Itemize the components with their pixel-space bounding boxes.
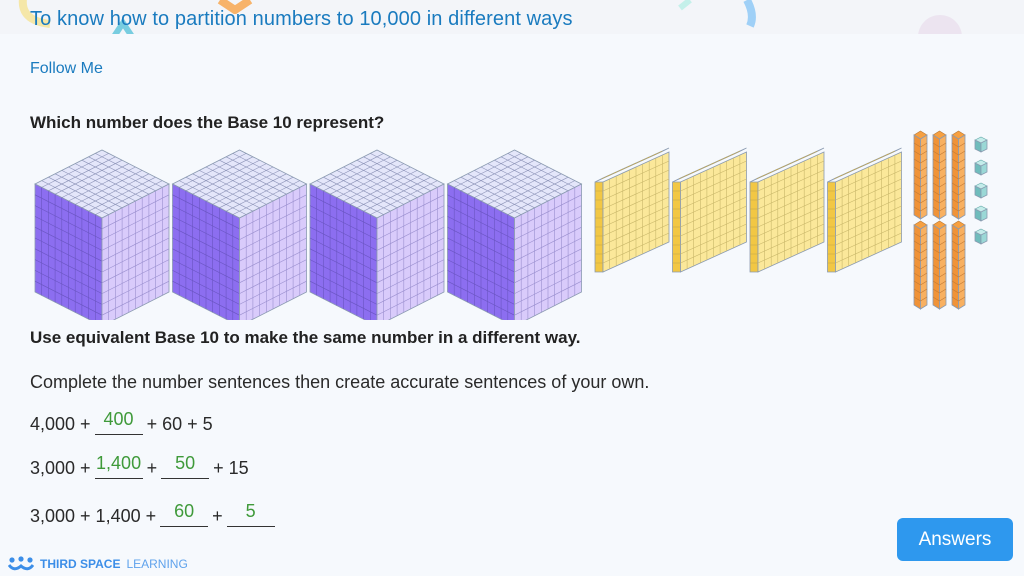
logo-text-bold: THIRD SPACE (40, 557, 121, 571)
answer-value: 50 (175, 453, 196, 473)
base10-representation (34, 130, 988, 320)
equation-text: + 15 (213, 458, 249, 478)
equation-text: + 60 + 5 (146, 414, 213, 434)
ten-rod (932, 130, 947, 220)
answer-blank[interactable]: 1,400 (94, 453, 143, 479)
brand-logo: THIRD SPACE LEARNING (8, 556, 188, 572)
equation-2: 3,000 + 1,400 + 50 + 15 (30, 453, 249, 479)
answer-blank[interactable]: 5 (226, 501, 275, 527)
thousand-cube (309, 149, 445, 320)
equation-text: 4,000 + (30, 414, 91, 434)
thousand-cube (34, 149, 170, 320)
hundred-flat (594, 147, 670, 273)
equation-text: 3,000 + 1,400 + (30, 506, 157, 526)
hundred-flat (749, 147, 825, 273)
logo-icon (8, 556, 34, 571)
answer-value: 5 (245, 501, 256, 521)
one-cube (974, 159, 988, 176)
answer-value: 1,400 (96, 453, 142, 473)
one-cube (974, 205, 988, 222)
answer-blank[interactable]: 60 (160, 501, 209, 527)
answer-value: 60 (174, 501, 195, 521)
thousand-cube (446, 149, 583, 320)
ten-rod (951, 130, 966, 220)
equation-text: + (212, 506, 223, 526)
answer-value: 400 (103, 409, 134, 429)
logo-text-light: LEARNING (126, 557, 188, 571)
equation-1: 4,000 + 400 + 60 + 5 (30, 409, 213, 435)
one-cube (974, 182, 988, 199)
answers-button[interactable]: Answers (897, 518, 1013, 561)
answer-blank[interactable]: 50 (161, 453, 210, 479)
ten-rod (951, 220, 966, 310)
hundred-flat (672, 147, 747, 273)
one-cube (974, 228, 988, 245)
task-heading: Use equivalent Base 10 to make the same … (30, 328, 581, 347)
instruction-text: Complete the number sentences then creat… (30, 372, 650, 392)
ten-rod (913, 220, 928, 310)
ten-rod (913, 130, 928, 220)
answer-blank[interactable]: 400 (94, 409, 143, 435)
one-cube (974, 136, 988, 153)
hundred-flat (827, 147, 902, 273)
thousand-cube (171, 149, 308, 320)
equation-text: 3,000 + (30, 458, 91, 478)
equation-3: 3,000 + 1,400 + 60 + 5 (30, 501, 279, 527)
ten-rod (932, 220, 947, 310)
equation-text: + (146, 458, 158, 478)
